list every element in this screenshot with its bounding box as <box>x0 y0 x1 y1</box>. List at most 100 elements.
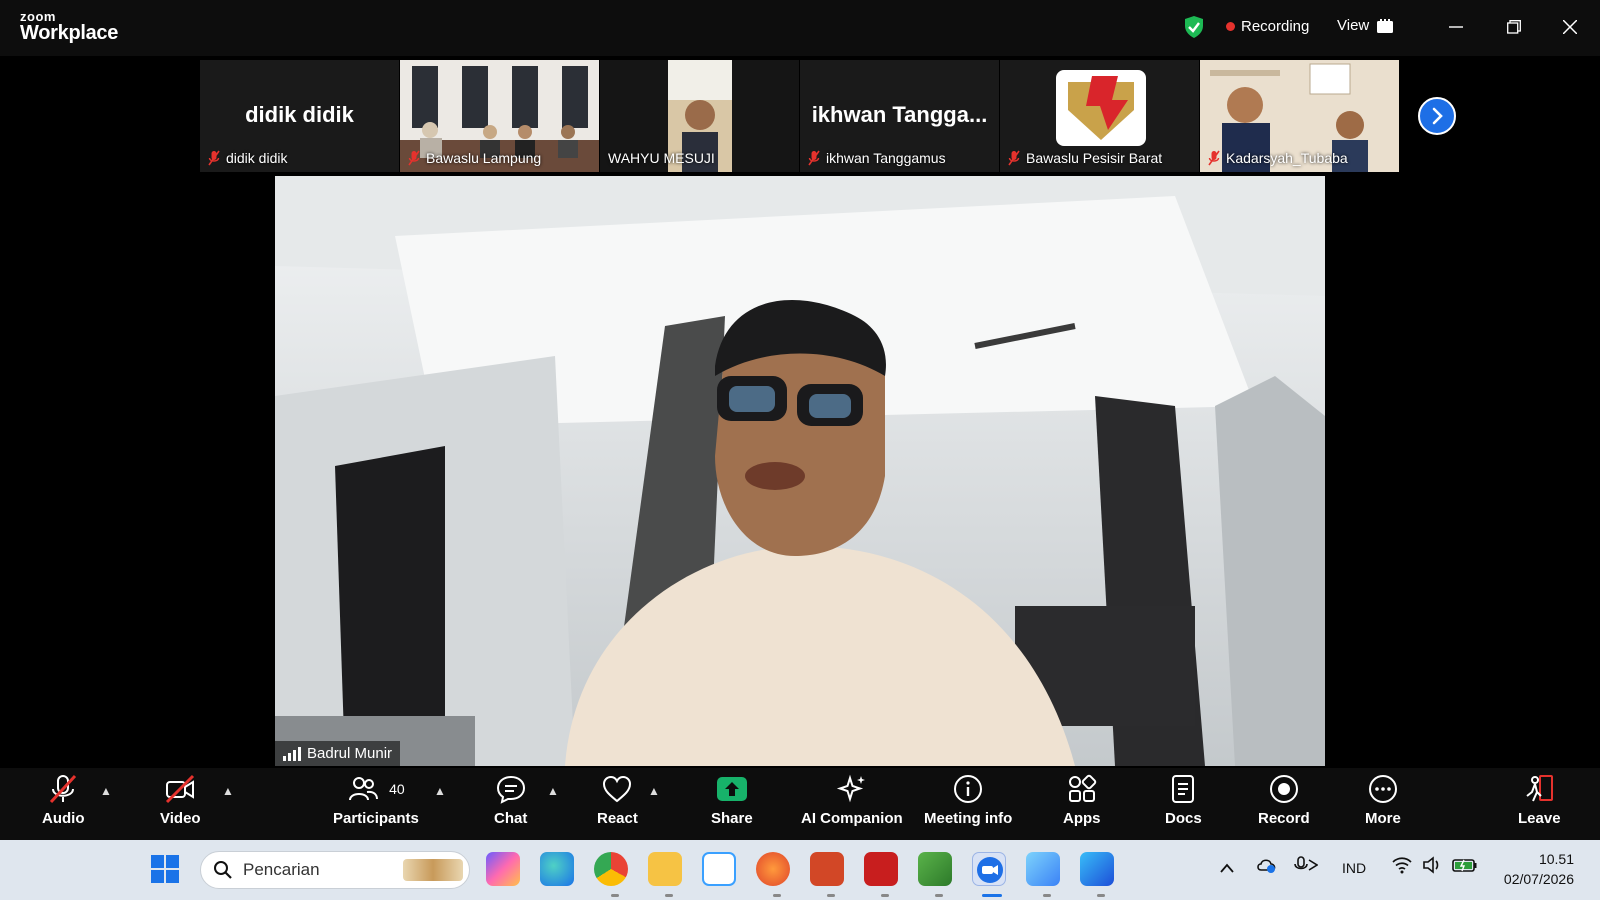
participant-tile-ikhwan[interactable]: ikhwan Tangga... ikhwan Tanggamus <box>800 60 1000 172</box>
participant-tile-kadarsyah[interactable]: Kadarsyah_Tubaba <box>1200 60 1400 172</box>
share-screen-icon <box>716 777 747 801</box>
participant-name-tag: Bawaslu Lampung <box>408 150 541 166</box>
docs-button[interactable]: Docs <box>1165 774 1202 827</box>
video-label: Video <box>160 810 201 827</box>
close-icon <box>1563 20 1577 34</box>
copilot-app-icon[interactable] <box>486 852 520 886</box>
share-button[interactable]: Share <box>711 774 753 827</box>
running-indicator <box>827 894 835 897</box>
search-icon <box>214 861 232 879</box>
participant-name: Bawaslu Lampung <box>426 150 542 166</box>
edge-browser-icon[interactable] <box>540 852 574 886</box>
more-dots-icon <box>1368 775 1397 803</box>
mic-muted-icon <box>50 774 77 804</box>
show-hidden-icons-button[interactable] <box>1220 860 1234 876</box>
restore-button[interactable] <box>1496 10 1532 44</box>
chat-button[interactable]: Chat <box>494 774 527 827</box>
participant-name-tag: Bawaslu Pesisir Barat <box>1008 150 1162 166</box>
audio-label: Audio <box>42 810 85 827</box>
mic-muted-icon <box>1208 150 1220 166</box>
windows-start-button[interactable] <box>148 852 182 886</box>
mic-muted-icon <box>208 150 220 166</box>
running-indicator <box>1043 894 1051 897</box>
photos-app-icon[interactable] <box>1080 852 1114 886</box>
chrome-browser-icon[interactable] <box>594 852 628 886</box>
ai-companion-button[interactable]: AI Companion <box>801 774 903 827</box>
paint-app-icon[interactable] <box>1026 852 1060 886</box>
recording-label: Recording <box>1241 18 1310 35</box>
record-button[interactable]: Record <box>1258 774 1310 827</box>
taskbar-search[interactable]: Pencarian <box>200 851 470 889</box>
windows-logo-icon <box>151 855 179 883</box>
battery-charging-icon[interactable] <box>1452 856 1478 877</box>
minimize-button[interactable] <box>1438 10 1474 44</box>
active-speaker-video[interactable]: Badrul Munir <box>275 176 1325 766</box>
docs-label: Docs <box>1165 810 1202 827</box>
ai-companion-label: AI Companion <box>801 810 903 827</box>
search-highlight-image <box>403 859 463 881</box>
running-indicator <box>1097 894 1105 897</box>
running-indicator <box>881 894 889 897</box>
participant-tile-wahyu-mesuji[interactable]: WAHYU MESUJI <box>600 60 800 172</box>
recording-indicator[interactable]: Recording <box>1226 18 1309 35</box>
heart-icon <box>603 775 632 803</box>
leave-button[interactable]: Leave <box>1518 774 1561 827</box>
file-explorer-icon[interactable] <box>648 852 682 886</box>
apps-icon <box>1068 774 1096 802</box>
minimize-icon <box>1449 26 1463 28</box>
powerpoint-app-icon[interactable] <box>810 852 844 886</box>
participant-name-tag: ikhwan Tanggamus <box>808 150 946 166</box>
react-button[interactable]: React <box>597 774 638 827</box>
audio-options-caret[interactable]: ▲ <box>100 784 112 798</box>
record-icon <box>1269 775 1298 803</box>
view-button[interactable]: View <box>1337 17 1394 34</box>
mic-muted-icon <box>808 150 820 166</box>
chat-label: Chat <box>494 810 528 827</box>
clock-time: 10.51 <box>1538 851 1574 867</box>
pdf-reader-icon[interactable] <box>864 852 898 886</box>
signal-strength-icon <box>283 746 301 761</box>
participant-tile-bawaslu-pesisir-barat[interactable]: Bawaslu Pesisir Barat <box>1000 60 1200 172</box>
next-page-button[interactable] <box>1418 97 1456 135</box>
participants-options-caret[interactable]: ▲ <box>434 784 446 798</box>
video-options-caret[interactable]: ▲ <box>222 784 234 798</box>
participants-button[interactable]: 40 Participants <box>333 774 419 827</box>
cloud-sync-icon[interactable] <box>1256 856 1278 877</box>
audio-button[interactable]: Audio <box>42 774 85 827</box>
meeting-info-button[interactable]: Meeting info <box>924 774 1012 827</box>
chat-options-caret[interactable]: ▲ <box>547 784 559 798</box>
participant-name-tag: Kadarsyah_Tubaba <box>1208 150 1348 166</box>
system-clock[interactable]: 10.51 02/07/2026 <box>1504 849 1574 889</box>
more-button[interactable]: More <box>1365 774 1401 827</box>
participant-name: didik didik <box>226 150 288 166</box>
input-language[interactable]: IND <box>1342 860 1366 876</box>
close-button[interactable] <box>1552 10 1588 44</box>
mic-muted-icon <box>408 150 420 166</box>
brand-bottom: Workplace <box>20 22 119 44</box>
mic-in-use-icon[interactable] <box>1294 856 1319 877</box>
active-app-indicator <box>982 894 1002 897</box>
react-options-caret[interactable]: ▲ <box>648 784 660 798</box>
apps-button[interactable]: Apps <box>1063 774 1101 827</box>
title-bar: zoom Workplace Recording View <box>0 0 1600 56</box>
spreadsheet-app-icon[interactable] <box>918 852 952 886</box>
wifi-icon[interactable] <box>1392 856 1412 877</box>
participant-name: Bawaslu Pesisir Barat <box>1026 150 1163 166</box>
running-indicator <box>611 894 619 897</box>
media-player-icon[interactable] <box>702 852 736 886</box>
participant-tile-bawaslu-lampung[interactable]: Bawaslu Lampung <box>400 60 600 172</box>
document-icon <box>1172 775 1195 803</box>
search-placeholder: Pencarian <box>243 860 320 879</box>
clock-date: 02/07/2026 <box>1503 871 1574 887</box>
app-logo: zoom Workplace <box>20 10 118 43</box>
participants-filmstrip: didik didik didik didik Bawaslu Lampung … <box>200 60 1400 172</box>
participant-name-tag: didik didik <box>208 150 287 166</box>
zoom-app-icon[interactable] <box>972 852 1006 886</box>
firefox-browser-icon[interactable] <box>756 852 790 886</box>
volume-icon[interactable] <box>1422 856 1442 877</box>
participant-display-name: ikhwan Tangga... <box>811 102 988 127</box>
security-shield-icon[interactable] <box>1183 15 1205 39</box>
video-button[interactable]: Video <box>160 774 201 827</box>
participant-tile-didik[interactable]: didik didik didik didik <box>200 60 400 172</box>
restore-icon <box>1507 20 1521 34</box>
